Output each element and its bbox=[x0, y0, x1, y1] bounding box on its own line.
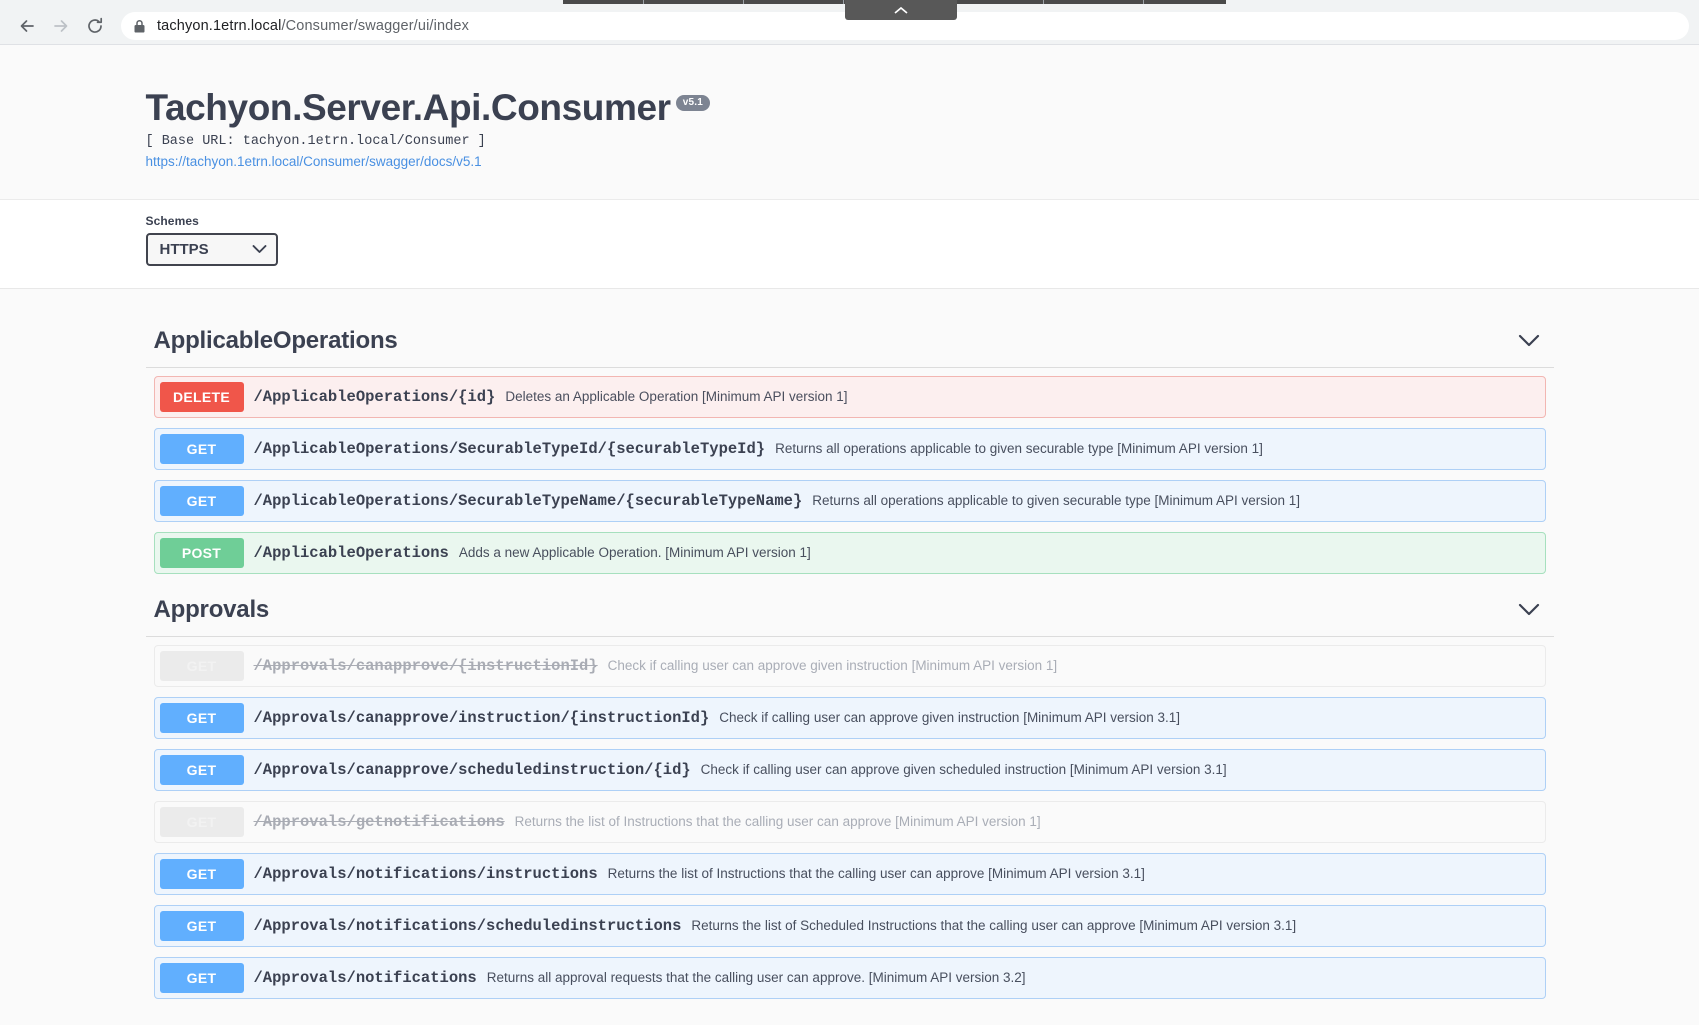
tag-header-approvals[interactable]: Approvals bbox=[146, 584, 1554, 637]
schemes-select[interactable]: HTTPS bbox=[146, 233, 278, 266]
schemes-selected-value: HTTPS bbox=[160, 241, 209, 258]
operation-path: /Approvals/notifications/instructions bbox=[254, 865, 598, 883]
browser-tabstrip bbox=[0, 0, 1699, 8]
tag-name: ApplicableOperations bbox=[154, 327, 398, 355]
operation-summary: Adds a new Applicable Operation. [Minimu… bbox=[459, 545, 811, 560]
operations-area: ApplicableOperations DELETE/ApplicableOpe… bbox=[0, 289, 1699, 999]
chevron-up-icon bbox=[894, 6, 908, 15]
operation-path: /ApplicableOperations/SecurableTypeId/{s… bbox=[254, 440, 766, 458]
chevron-down-icon[interactable] bbox=[1518, 603, 1552, 616]
api-title-row: Tachyon.Server.Api.Consumer v5.1 bbox=[146, 89, 1554, 128]
arrow-left-icon bbox=[17, 16, 37, 36]
operation-row[interactable]: GET/ApplicableOperations/SecurableTypeNa… bbox=[154, 480, 1546, 522]
operation-row[interactable]: GET/Approvals/notifications/scheduledins… bbox=[154, 905, 1546, 947]
tag-name: Approvals bbox=[154, 596, 270, 624]
swagger-docs-link[interactable]: https://tachyon.1etrn.local/Consumer/swa… bbox=[146, 154, 1554, 169]
operation-summary: Returns all operations applicable to giv… bbox=[775, 441, 1263, 456]
operation-summary: Returns the list of Instructions that th… bbox=[608, 866, 1145, 881]
http-method-badge: GET bbox=[160, 755, 244, 785]
chevron-down-icon bbox=[252, 244, 267, 254]
http-method-badge: GET bbox=[160, 963, 244, 993]
operation-row[interactable]: GET/ApplicableOperations/SecurableTypeId… bbox=[154, 428, 1546, 470]
http-method-badge: GET bbox=[160, 703, 244, 733]
operation-path: /Approvals/notifications bbox=[254, 969, 477, 987]
operation-summary: Returns the list of Instructions that th… bbox=[515, 814, 1041, 829]
tag-section: ApplicableOperations DELETE/ApplicableOpe… bbox=[146, 315, 1554, 574]
operation-row[interactable]: POST/ApplicableOperations Adds a new Appl… bbox=[154, 532, 1546, 574]
chevron-down-icon[interactable] bbox=[1518, 334, 1552, 347]
operation-path: /ApplicableOperations/SecurableTypeName/… bbox=[254, 492, 803, 510]
operation-row[interactable]: DELETE/ApplicableOperations/{id} Deletes … bbox=[154, 376, 1546, 418]
operation-summary: Returns all operations applicable to giv… bbox=[812, 493, 1300, 508]
back-button[interactable] bbox=[10, 9, 44, 43]
operation-summary: Returns all approval requests that the c… bbox=[487, 970, 1026, 985]
http-method-badge: POST bbox=[160, 538, 244, 568]
operation-row[interactable]: GET/Approvals/canapprove/{instructionId}… bbox=[154, 645, 1546, 687]
http-method-badge: GET bbox=[160, 486, 244, 516]
operation-summary: Check if calling user can approve given … bbox=[701, 762, 1227, 777]
operation-summary: Deletes an Applicable Operation [Minimum… bbox=[505, 389, 847, 404]
http-method-badge: GET bbox=[160, 807, 244, 837]
operation-path: /Approvals/canapprove/instruction/{instr… bbox=[254, 709, 710, 727]
reload-icon bbox=[85, 16, 105, 36]
operation-path: /ApplicableOperations bbox=[254, 544, 449, 562]
http-method-badge: DELETE bbox=[160, 382, 244, 412]
http-method-badge: GET bbox=[160, 859, 244, 889]
http-method-badge: GET bbox=[160, 651, 244, 681]
http-method-badge: GET bbox=[160, 911, 244, 941]
operation-path: /Approvals/notifications/scheduledinstru… bbox=[254, 917, 682, 935]
tag-header-applicableoperations[interactable]: ApplicableOperations bbox=[146, 315, 1554, 368]
api-version-badge: v5.1 bbox=[676, 95, 710, 111]
collapse-tabstrip-button[interactable] bbox=[845, 0, 957, 20]
operation-summary: Returns the list of Scheduled Instructio… bbox=[691, 918, 1296, 933]
operation-summary: Check if calling user can approve given … bbox=[719, 710, 1180, 725]
schemes-label: Schemes bbox=[146, 214, 1554, 228]
page-title: Tachyon.Server.Api.Consumer bbox=[146, 89, 671, 128]
operation-row[interactable]: GET/Approvals/notifications Returns all a… bbox=[154, 957, 1546, 999]
schemes-band: Schemes HTTPS bbox=[0, 199, 1699, 289]
url-host: tachyon.1etrn.local bbox=[157, 18, 281, 34]
lock-icon bbox=[133, 19, 146, 34]
url-path: /Consumer/swagger/ui/index bbox=[281, 18, 469, 34]
operation-path: /ApplicableOperations/{id} bbox=[254, 388, 496, 406]
swagger-ui-page: Tachyon.Server.Api.Consumer v5.1 [ Base … bbox=[0, 45, 1699, 1025]
forward-button[interactable] bbox=[44, 9, 78, 43]
api-info-band: Tachyon.Server.Api.Consumer v5.1 [ Base … bbox=[0, 45, 1699, 199]
arrow-right-icon bbox=[51, 16, 71, 36]
address-bar-url: tachyon.1etrn.local/Consumer/swagger/ui/… bbox=[157, 18, 469, 34]
http-method-badge: GET bbox=[160, 434, 244, 464]
operation-row[interactable]: GET/Approvals/canapprove/instruction/{in… bbox=[154, 697, 1546, 739]
reload-button[interactable] bbox=[78, 9, 112, 43]
tag-section: Approvals GET/Approvals/canapprove/{instr… bbox=[146, 584, 1554, 999]
operation-row[interactable]: GET/Approvals/canapprove/scheduledinstru… bbox=[154, 749, 1546, 791]
base-url: [ Base URL: tachyon.1etrn.local/Consumer… bbox=[146, 134, 1554, 149]
operation-path: /Approvals/canapprove/{instructionId} bbox=[254, 657, 598, 675]
operation-row[interactable]: GET/Approvals/getnotifications Returns th… bbox=[154, 801, 1546, 843]
operation-summary: Check if calling user can approve given … bbox=[608, 658, 1057, 673]
operation-path: /Approvals/canapprove/scheduledinstructi… bbox=[254, 761, 691, 779]
operation-path: /Approvals/getnotifications bbox=[254, 813, 505, 831]
operation-row[interactable]: GET/Approvals/notifications/instructions… bbox=[154, 853, 1546, 895]
